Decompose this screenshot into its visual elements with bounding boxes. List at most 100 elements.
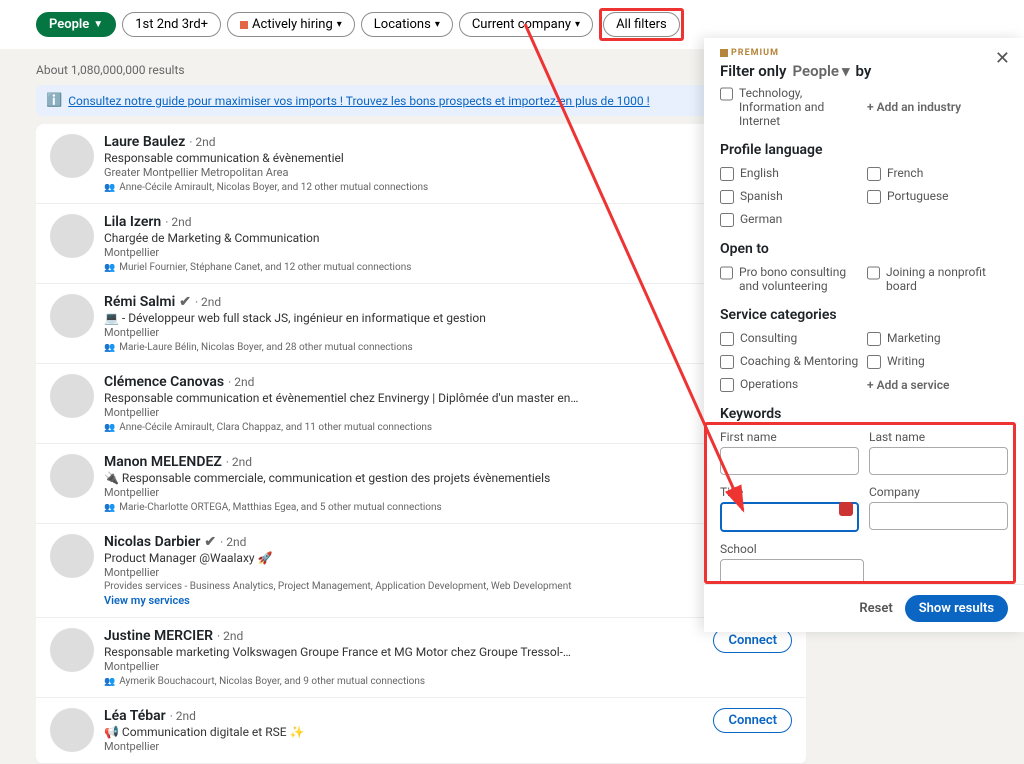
reset-button[interactable]: Reset	[859, 601, 892, 616]
view-services-link[interactable]: View my services	[104, 594, 703, 607]
kw-fn-input[interactable]	[720, 447, 859, 475]
person-role: 🔌 Responsable commerciale, communication…	[104, 471, 703, 485]
verified-icon: ✔	[204, 534, 216, 550]
chevron-down-icon: ▾	[575, 19, 580, 30]
filter-panel: PREMIUM Filter only People ▾ by ✕ Techno…	[704, 38, 1024, 632]
filter-connections[interactable]: 1st 2nd 3rd+	[122, 12, 221, 37]
filter-all[interactable]: All filters	[603, 12, 680, 37]
mutual-icon: 👥	[104, 263, 115, 273]
person-role: 📢 Communication digitale et RSE ✨	[104, 725, 703, 739]
mutual-icon: 👥	[104, 503, 115, 513]
mutual-icon: 👥	[104, 677, 115, 687]
person-role: 💻 - Développeur web full stack JS, ingén…	[104, 311, 703, 325]
results-count: About 1,080,000,000 results	[36, 63, 806, 77]
filter-hiring[interactable]: Actively hiring▾	[227, 12, 355, 37]
chevron-down-icon: ▾	[337, 19, 342, 30]
person-name[interactable]: Nicolas Darbier	[104, 534, 200, 550]
person-name[interactable]: Clémence Canovas	[104, 374, 224, 390]
serv-header: Service categories	[720, 307, 1008, 323]
person-location: Montpellier	[104, 486, 703, 499]
serv-marketing-checkbox[interactable]: Marketing	[867, 331, 1008, 346]
person-name[interactable]: Lila Izern	[104, 214, 161, 230]
person-role: Chargée de Marketing & Communication	[104, 231, 703, 245]
serv-writing-checkbox[interactable]: Writing	[867, 354, 1008, 369]
person-name[interactable]: Rémi Salmi	[104, 294, 175, 310]
degree: · 2nd	[195, 295, 221, 309]
filter-only-label: Filter only	[720, 62, 787, 80]
connect-button[interactable]: Connect	[713, 708, 792, 733]
lang-header: Profile language	[720, 142, 1008, 158]
person-location: Montpellier	[104, 326, 703, 339]
person-location: Montpellier	[104, 660, 703, 673]
mutual-connections: Aymerik Bouchacourt, Nicolas Boyer, and …	[119, 676, 425, 687]
mutual-connections: Marie-Laure Bélin, Nicolas Boyer, and 28…	[119, 342, 412, 353]
person-role: Product Manager @Waalaxy 🚀	[104, 551, 703, 565]
lang-pt-checkbox[interactable]: Portuguese	[867, 189, 1008, 204]
kw-co-input[interactable]	[869, 502, 1008, 530]
person-row: Laure Baulez · 2nd Responsable communica…	[36, 124, 806, 204]
person-row: Léa Tébar · 2nd 📢 Communication digitale…	[36, 698, 806, 764]
lang-es-checkbox[interactable]: Spanish	[720, 189, 861, 204]
person-role: Responsable communication & évènementiel	[104, 151, 703, 165]
avatar	[50, 294, 94, 338]
person-role: Responsable marketing Volkswagen Groupe …	[104, 645, 703, 659]
industry-checkbox[interactable]: Technology, Information and Internet	[720, 86, 861, 128]
avatar	[50, 534, 94, 578]
degree: · 2nd	[165, 215, 191, 229]
person-name[interactable]: Manon MELENDEZ	[104, 454, 222, 470]
kw-co-label: Company	[869, 485, 1008, 499]
degree: · 2nd	[226, 455, 252, 469]
kw-ln-label: Last name	[869, 430, 1008, 444]
show-results-button[interactable]: Show results	[905, 595, 1008, 622]
degree: · 2nd	[217, 629, 243, 643]
add-service[interactable]: + Add a service	[867, 377, 1008, 392]
filter-people[interactable]: People▼	[36, 12, 116, 37]
open-header: Open to	[720, 241, 1008, 257]
person-row: Clémence Canovas · 2nd Responsable commu…	[36, 364, 806, 444]
hiring-dot-icon	[240, 21, 248, 29]
kw-header: Keywords	[720, 406, 1008, 422]
people-dropdown[interactable]: People ▾	[793, 62, 850, 80]
open-nonprofit-checkbox[interactable]: Joining a nonprofit board	[867, 265, 1008, 293]
close-icon[interactable]: ✕	[995, 48, 1010, 69]
serv-operations-checkbox[interactable]: Operations	[720, 377, 861, 392]
kw-ln-input[interactable]	[869, 447, 1008, 475]
person-role: Responsable communication et évènementie…	[104, 391, 703, 405]
avatar	[50, 134, 94, 178]
add-industry[interactable]: + Add an industry	[867, 86, 1008, 128]
mutual-icon: 👥	[104, 343, 115, 353]
open-probono-checkbox[interactable]: Pro bono consulting and volunteering	[720, 265, 861, 293]
mutual-icon: 👥	[104, 423, 115, 433]
info-icon: ℹ️	[46, 93, 62, 108]
ext-badge-icon	[839, 502, 853, 516]
avatar	[50, 374, 94, 418]
mutual-connections: Marie-Charlotte ORTEGA, Matthias Egea, a…	[119, 502, 441, 513]
chevron-down-icon: ▾	[842, 62, 850, 80]
kw-sc-label: School	[720, 542, 864, 556]
lang-en-checkbox[interactable]: English	[720, 166, 861, 181]
person-row: Lila Izern · 2nd Chargée de Marketing & …	[36, 204, 806, 284]
lang-de-checkbox[interactable]: German	[720, 212, 861, 227]
premium-badge: PREMIUM	[720, 48, 1008, 58]
by-label: by	[856, 62, 872, 80]
kw-sc-input[interactable]	[720, 559, 864, 584]
filter-company[interactable]: Current company▾	[459, 12, 593, 37]
person-name[interactable]: Léa Tébar	[104, 708, 166, 724]
banner-link[interactable]: Consultez notre guide pour maximiser vos…	[68, 94, 650, 108]
serv-consulting-checkbox[interactable]: Consulting	[720, 331, 861, 346]
mutual-icon: 👥	[104, 183, 115, 193]
person-name[interactable]: Justine MERCIER	[104, 628, 213, 644]
import-banner: ℹ️ Consultez notre guide pour maximiser …	[36, 85, 806, 116]
degree: · 2nd	[220, 535, 246, 549]
person-location: Montpellier	[104, 406, 703, 419]
filter-locations[interactable]: Locations▾	[361, 12, 453, 37]
lang-fr-checkbox[interactable]: French	[867, 166, 1008, 181]
avatar	[50, 454, 94, 498]
person-row: Justine MERCIER · 2nd Responsable market…	[36, 618, 806, 698]
avatar	[50, 214, 94, 258]
serv-coaching-checkbox[interactable]: Coaching & Mentoring	[720, 354, 861, 369]
degree: · 2nd	[189, 135, 215, 149]
person-name[interactable]: Laure Baulez	[104, 134, 185, 150]
mutual-connections: Muriel Fournier, Stéphane Canet, and 12 …	[119, 262, 411, 273]
degree: · 2nd	[170, 709, 196, 723]
